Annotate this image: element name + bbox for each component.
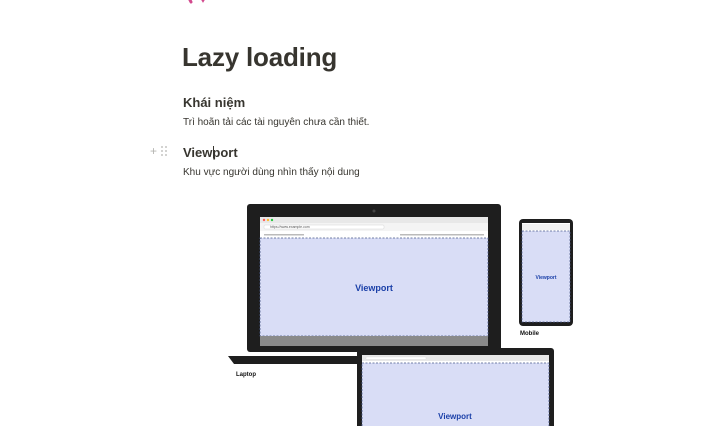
block-controls: + <box>150 143 178 159</box>
page-emoji-icon[interactable] <box>183 0 223 8</box>
drag-handle-icon[interactable] <box>161 146 167 156</box>
url-text: https://www.example.com <box>270 225 310 229</box>
heading-khai-niem[interactable]: Khái niệm <box>183 95 245 110</box>
laptop-viewport-label: Viewport <box>355 283 393 293</box>
paragraph-viewport[interactable]: Khu vực người dùng nhìn thấy nội dung <box>183 167 360 178</box>
mobile-viewport-label: Viewport <box>535 275 556 281</box>
page-title[interactable]: Lazy loading <box>182 42 337 73</box>
heading-viewport[interactable]: Viewport <box>183 145 238 160</box>
laptop-label: Laptop <box>236 372 256 378</box>
mobile-label: Mobile <box>520 331 540 337</box>
viewport-illustration[interactable]: https://www.example.com Viewport Laptop … <box>220 198 590 426</box>
monitor-viewport-label: Viewport <box>438 412 472 421</box>
paragraph-khai-niem[interactable]: Trì hoãn tải các tài nguyên chưa cần thi… <box>183 117 369 128</box>
plus-icon[interactable]: + <box>150 144 157 158</box>
text-cursor <box>213 146 214 158</box>
